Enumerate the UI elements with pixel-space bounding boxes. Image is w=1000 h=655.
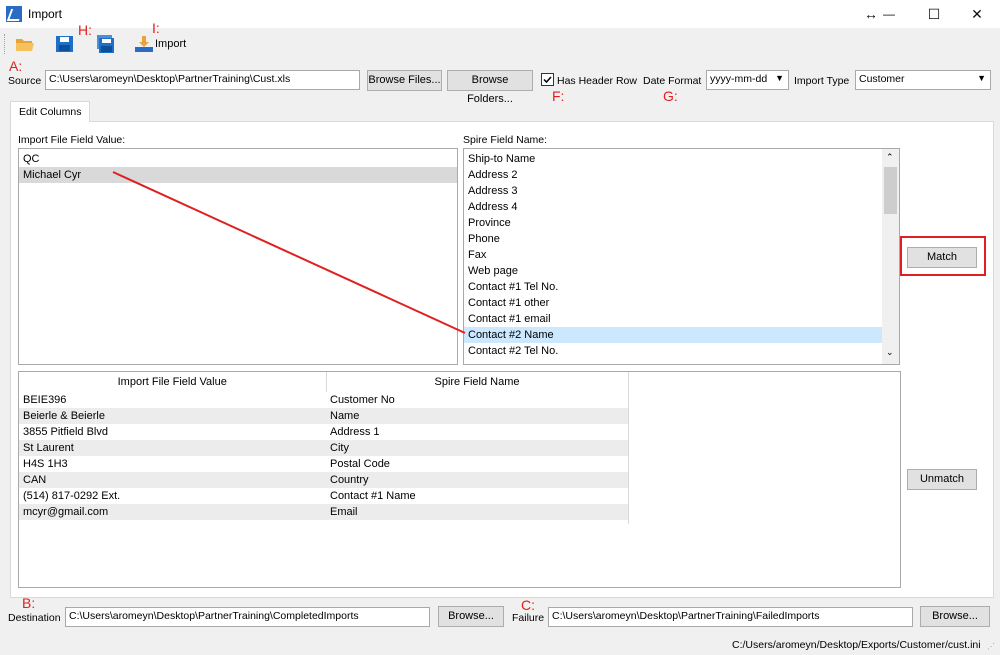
unmatch-button[interactable]: Unmatch [907,469,977,490]
source-label: Source [8,75,42,87]
import-type-label: Import Type [794,75,850,87]
save-as-icon[interactable] [94,33,116,55]
import-type-select[interactable]: Customer ▼ [855,70,991,90]
list-item[interactable]: Contact #1 other [464,295,899,311]
list-item[interactable]: Address 3 [464,183,899,199]
table-cell: (514) 817-0292 Ext. [23,490,121,502]
import-type-value: Customer [859,73,905,85]
table-cell: Name [326,408,628,424]
table-cell: Beierle & Beierle [19,408,326,424]
table-cell: Postal Code [330,458,390,470]
annotation-a: A: [9,58,23,74]
maximize-button[interactable]: ☐ [911,0,957,28]
match-button[interactable]: Match [907,247,977,268]
scroll-up-icon[interactable]: ⌃ [886,152,894,163]
browse-files-button[interactable]: Browse Files... [367,70,442,91]
column-header[interactable]: Import File Field Value [19,372,327,392]
destination-label: Destination [8,612,61,624]
table-cell: mcyr@gmail.com [19,504,326,520]
toolbar-grip [4,34,7,54]
annotation-h: H: [78,22,92,38]
open-folder-icon[interactable] [14,33,36,55]
table-cell: H4S 1H3 [23,458,68,470]
save-icon[interactable] [54,33,76,55]
list-item[interactable]: Web page [464,263,899,279]
resize-grip-icon[interactable]: ⋰ [987,642,995,651]
table-cell: BEIE396 [23,394,67,406]
tab-edit-columns[interactable]: Edit Columns [10,101,90,122]
status-ini-path: C:/Users/aromeyn/Desktop/Exports/Custome… [732,639,981,651]
annotation-g: G: [663,88,678,104]
list-item[interactable]: Phone [464,231,899,247]
close-button[interactable]: ✕ [954,0,1000,28]
table-cell: Contact #1 Name [330,490,416,502]
chevron-down-icon: ▼ [977,73,986,83]
table-cell: Customer No [330,394,395,406]
table-cell: Address 1 [330,426,380,438]
list-item[interactable]: Contact #1 email [464,311,899,327]
table-row[interactable]: 3855 Pitfield Blvd Address 1 [19,424,628,440]
table-row[interactable]: H4S 1H3 Postal Code [19,456,628,472]
minimize-button[interactable]: — [866,0,912,28]
table-cell: 3855 Pitfield Blvd [23,426,108,438]
date-format-value: yyyy-mm-dd [710,73,768,85]
has-header-label: Has Header Row [557,75,637,87]
table-cell: City [326,440,628,456]
spire-list-scrollbar[interactable]: ⌃ ⌄ [882,149,899,364]
destination-path-input[interactable]: C:\Users\aromeyn\Desktop\PartnerTraining… [65,607,430,627]
list-item[interactable]: Ship-to Name [464,151,899,167]
import-fields-list[interactable]: QC Michael Cyr [18,148,458,365]
table-row[interactable]: (514) 817-0292 Ext. Contact #1 Name [19,488,628,504]
list-item[interactable]: Fax [464,247,899,263]
list-item[interactable]: Michael Cyr [19,167,457,183]
import-fields-label: Import File Field Value: [18,134,126,146]
mapping-table: Import File Field Value Spire Field Name… [19,372,629,520]
failure-label: Failure [512,612,545,624]
table-cell: Email [326,504,628,520]
column-header[interactable]: Spire Field Name [326,372,629,392]
list-item[interactable]: Address 4 [464,199,899,215]
app-icon [6,6,22,22]
column-divider [628,372,629,524]
scrollbar-thumb[interactable] [884,167,897,214]
chevron-down-icon: ▼ [775,73,784,83]
table-cell: CAN [19,472,326,488]
list-item-selected[interactable]: Contact #2 Name [464,327,882,343]
table-row[interactable]: Beierle & Beierle Name [19,408,628,424]
scroll-down-icon[interactable]: ⌄ [886,347,894,358]
table-row[interactable]: St Laurent City [19,440,628,456]
date-format-label: Date Format [643,75,702,87]
import-icon[interactable] [133,33,155,55]
source-path-input[interactable]: C:\Users\aromeyn\Desktop\PartnerTraining… [45,70,360,90]
failure-path-input[interactable]: C:\Users\aromeyn\Desktop\PartnerTraining… [548,607,913,627]
checkmark-icon [543,76,552,84]
annotation-f: F: [552,88,565,104]
table-row[interactable]: mcyr@gmail.com Email [19,504,628,520]
spire-fields-label: Spire Field Name: [463,134,548,146]
import-button-label[interactable]: Import [155,38,186,50]
mapping-table-container: Import File Field Value Spire Field Name… [18,371,901,588]
destination-browse-button[interactable]: Browse... [438,606,504,627]
table-row[interactable]: BEIE396 Customer No [19,392,628,408]
table-cell: St Laurent [19,440,326,456]
annotation-c: C: [521,597,535,613]
list-item[interactable]: QC [19,151,457,167]
annotation-i: I: [152,20,160,36]
list-item[interactable]: Province [464,215,899,231]
table-cell: Country [326,472,628,488]
list-item[interactable]: Contact #2 Tel No. [464,343,899,359]
spire-fields-list[interactable]: Ship-to Name Address 2 Address 3 Address… [463,148,900,365]
has-header-checkbox[interactable] [541,73,554,86]
list-item[interactable]: Address 2 [464,167,899,183]
browse-folders-button[interactable]: Browse Folders... [447,70,533,105]
list-item[interactable]: Contact #1 Tel No. [464,279,899,295]
date-format-select[interactable]: yyyy-mm-dd ▼ [706,70,789,90]
failure-browse-button[interactable]: Browse... [920,606,990,627]
window-title: Import [28,7,63,21]
table-row[interactable]: CAN Country [19,472,628,488]
